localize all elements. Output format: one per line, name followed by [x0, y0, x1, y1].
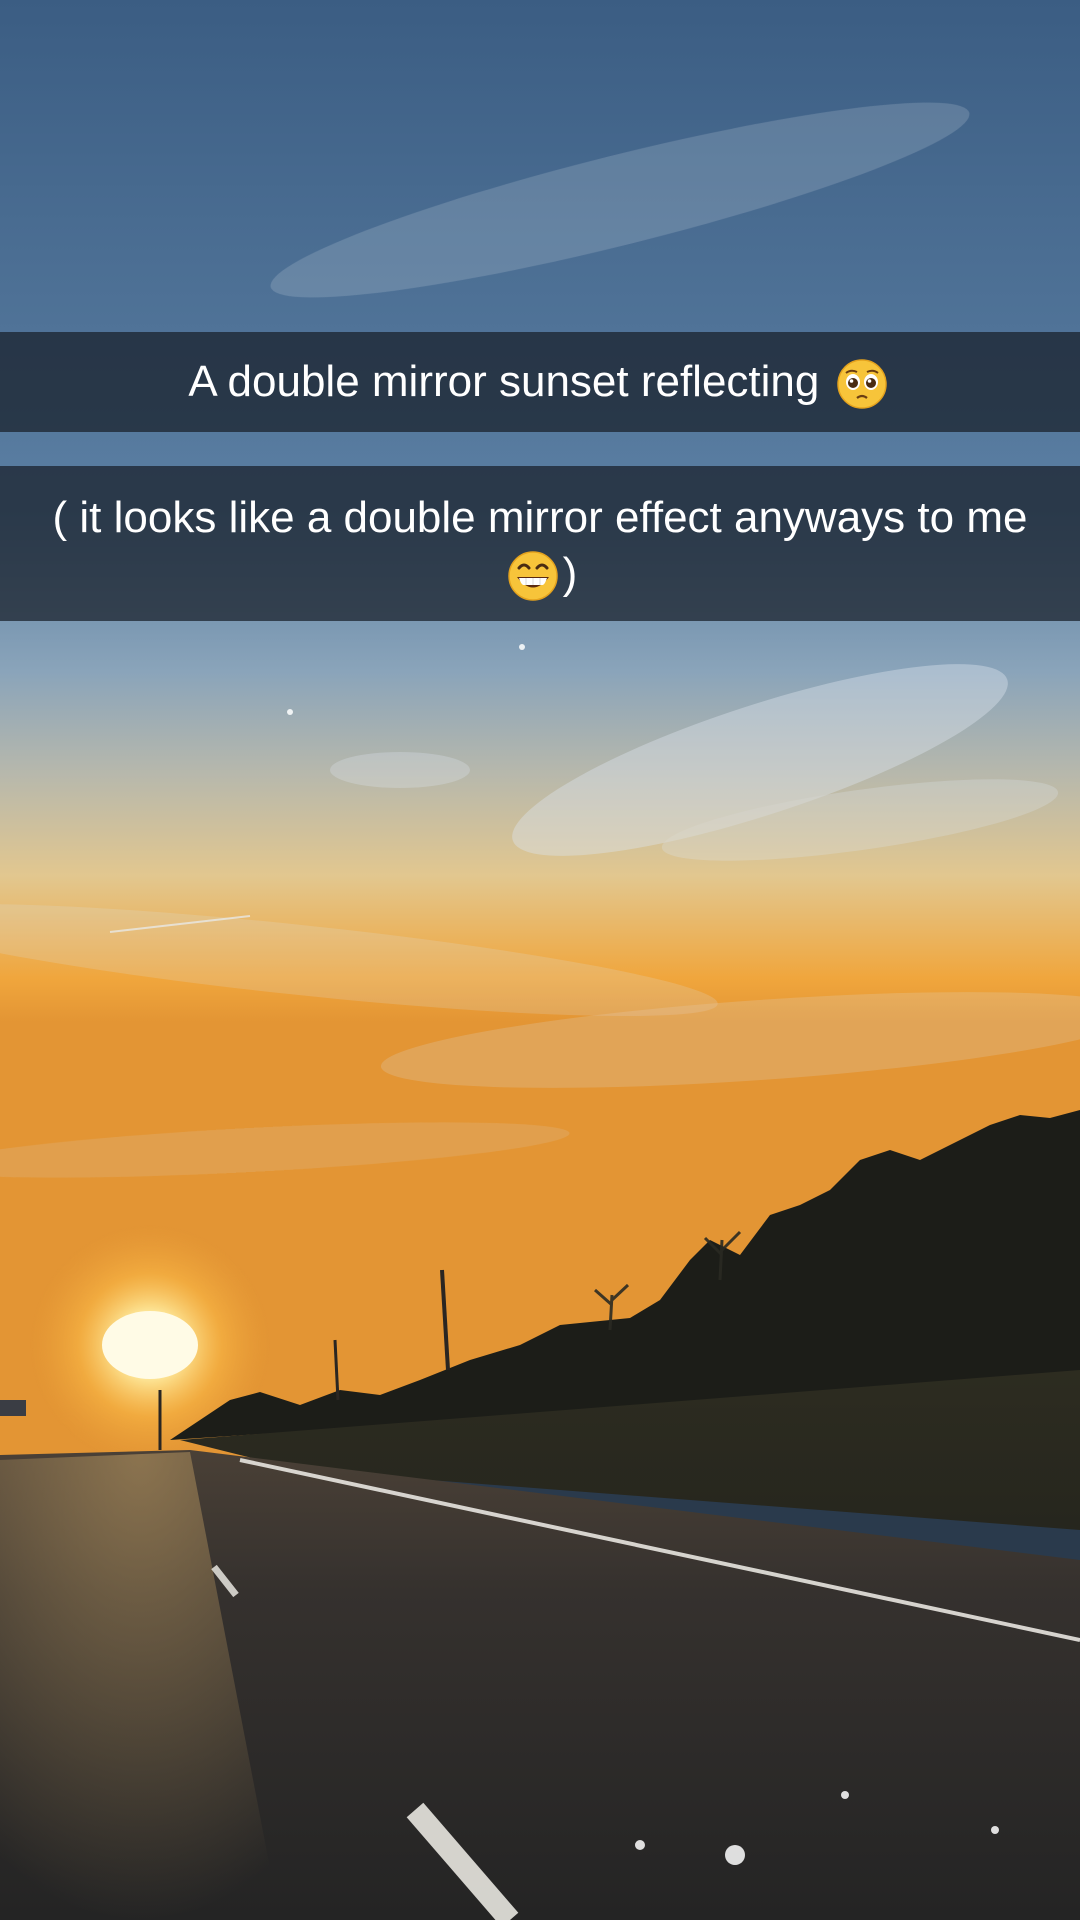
caption-text-end: ): [562, 549, 578, 598]
caption-bar[interactable]: ( it looks like a double mirror effect a…: [0, 466, 1080, 621]
caption-bar[interactable]: A double mirror sunset reflecting: [0, 332, 1080, 432]
grinning-face-icon: [507, 551, 558, 602]
pleading-face-icon: [836, 359, 887, 410]
caption-text: A double mirror sunset reflecting: [188, 357, 820, 406]
snap-viewer: A double mirror sunset reflecting ( it l…: [0, 0, 1080, 1920]
caption-text: ( it looks like a double mirror effect a…: [52, 493, 1028, 542]
sun: [102, 1311, 198, 1379]
road-sign: [0, 1400, 26, 1416]
sunset-photo: [0, 0, 1080, 1920]
